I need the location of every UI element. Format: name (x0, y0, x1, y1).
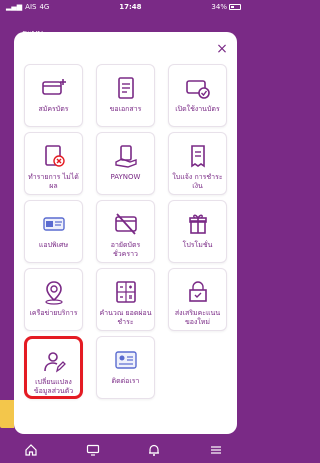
hand-pay-icon (110, 141, 142, 171)
desktop-icon[interactable] (82, 441, 104, 459)
tile-label: เปิดใช้งานบัตร (175, 105, 220, 113)
side-accent (0, 400, 14, 428)
tile-activate-card[interactable]: เปิดใช้งานบัตร (168, 64, 227, 127)
contact-card-icon (110, 345, 142, 375)
tile-label: เปลี่ยนแปลง ข้อมูลส่วนตัว (33, 378, 74, 395)
close-button[interactable]: × (215, 42, 229, 56)
bottom-navigation (0, 436, 247, 463)
tile-label: แอปพิเศษ (38, 241, 69, 249)
tile-update-personal-info[interactable]: เปลี่ยนแปลง ข้อมูลส่วนตัว (24, 336, 83, 399)
document-x-icon (38, 141, 70, 171)
document-icon (110, 73, 142, 103)
bell-icon[interactable] (143, 441, 165, 459)
network-label: 4G (39, 3, 50, 11)
status-bar: ▂▄▆ AIS 4G 17:48 34% (0, 0, 247, 14)
tile-service-network[interactable]: เครือข่ายบริการ (24, 268, 83, 331)
menu-icon[interactable] (205, 441, 227, 459)
battery-percent: 34% (211, 3, 227, 11)
gift-bag-icon (182, 277, 214, 307)
status-time: 17:48 (119, 3, 142, 11)
calculator-icon (110, 277, 142, 307)
tile-payment-notice[interactable]: ใบแจ้ง การชำระเงิน (168, 132, 227, 195)
tile-apply-card[interactable]: สมัครบัตร (24, 64, 83, 127)
tile-label: ทำรายการ ไม่ได้ผล (28, 173, 79, 190)
person-edit-icon (38, 347, 70, 376)
battery-icon (228, 4, 241, 10)
tile-promotion[interactable]: โปรโมชั่น (168, 200, 227, 263)
receipt-icon (182, 141, 214, 171)
carrier-label: AIS (25, 3, 37, 11)
tile-label: ใบแจ้ง การชำระเงิน (172, 173, 223, 190)
tile-temporary-block[interactable]: อายัดบัตร ชั่วคราว (96, 200, 155, 263)
tile-label: เครือข่ายบริการ (29, 309, 78, 317)
location-person-icon (38, 277, 70, 307)
card-check-icon (182, 73, 214, 103)
tile-special-app[interactable]: แอปพิเศษ (24, 200, 83, 263)
menu-grid: สมัครบัตร ขอเอกสาร เปิดใช้งานบัตร ทำรายก… (24, 64, 227, 399)
tile-label: PAYNOW (110, 173, 141, 181)
tile-label: ติดต่อเรา (111, 377, 140, 385)
menu-panel: × สมัครบัตร ขอเอกสาร เปิดใช้งานบัตร ทำรา… (14, 32, 237, 434)
tile-reward-points[interactable]: ส่งเสริมคะแนน ของใหม่ (168, 268, 227, 331)
tile-request-document[interactable]: ขอเอกสาร (96, 64, 155, 127)
card-plus-icon (38, 73, 70, 103)
tile-paynow[interactable]: PAYNOW (96, 132, 155, 195)
tile-label: สมัครบัตร (38, 105, 69, 113)
tile-label: โปรโมชั่น (182, 241, 213, 249)
tile-label: คำนวณ ยอดผ่อนชำระ (99, 309, 152, 326)
tile-failed-transaction[interactable]: ทำรายการ ไม่ได้ผล (24, 132, 83, 195)
card-block-icon (110, 209, 142, 239)
home-icon[interactable] (20, 441, 42, 459)
tile-label: ส่งเสริมคะแนน ของใหม่ (174, 309, 221, 326)
tile-installment-calculator[interactable]: คำนวณ ยอดผ่อนชำระ (96, 268, 155, 331)
tile-contact-us[interactable]: ติดต่อเรา (96, 336, 155, 399)
tile-label: อายัดบัตร ชั่วคราว (110, 241, 141, 258)
gift-icon (182, 209, 214, 239)
tile-label: ขอเอกสาร (109, 105, 142, 113)
app-plan-icon (38, 209, 70, 239)
signal-icon: ▂▄▆ (6, 3, 23, 11)
